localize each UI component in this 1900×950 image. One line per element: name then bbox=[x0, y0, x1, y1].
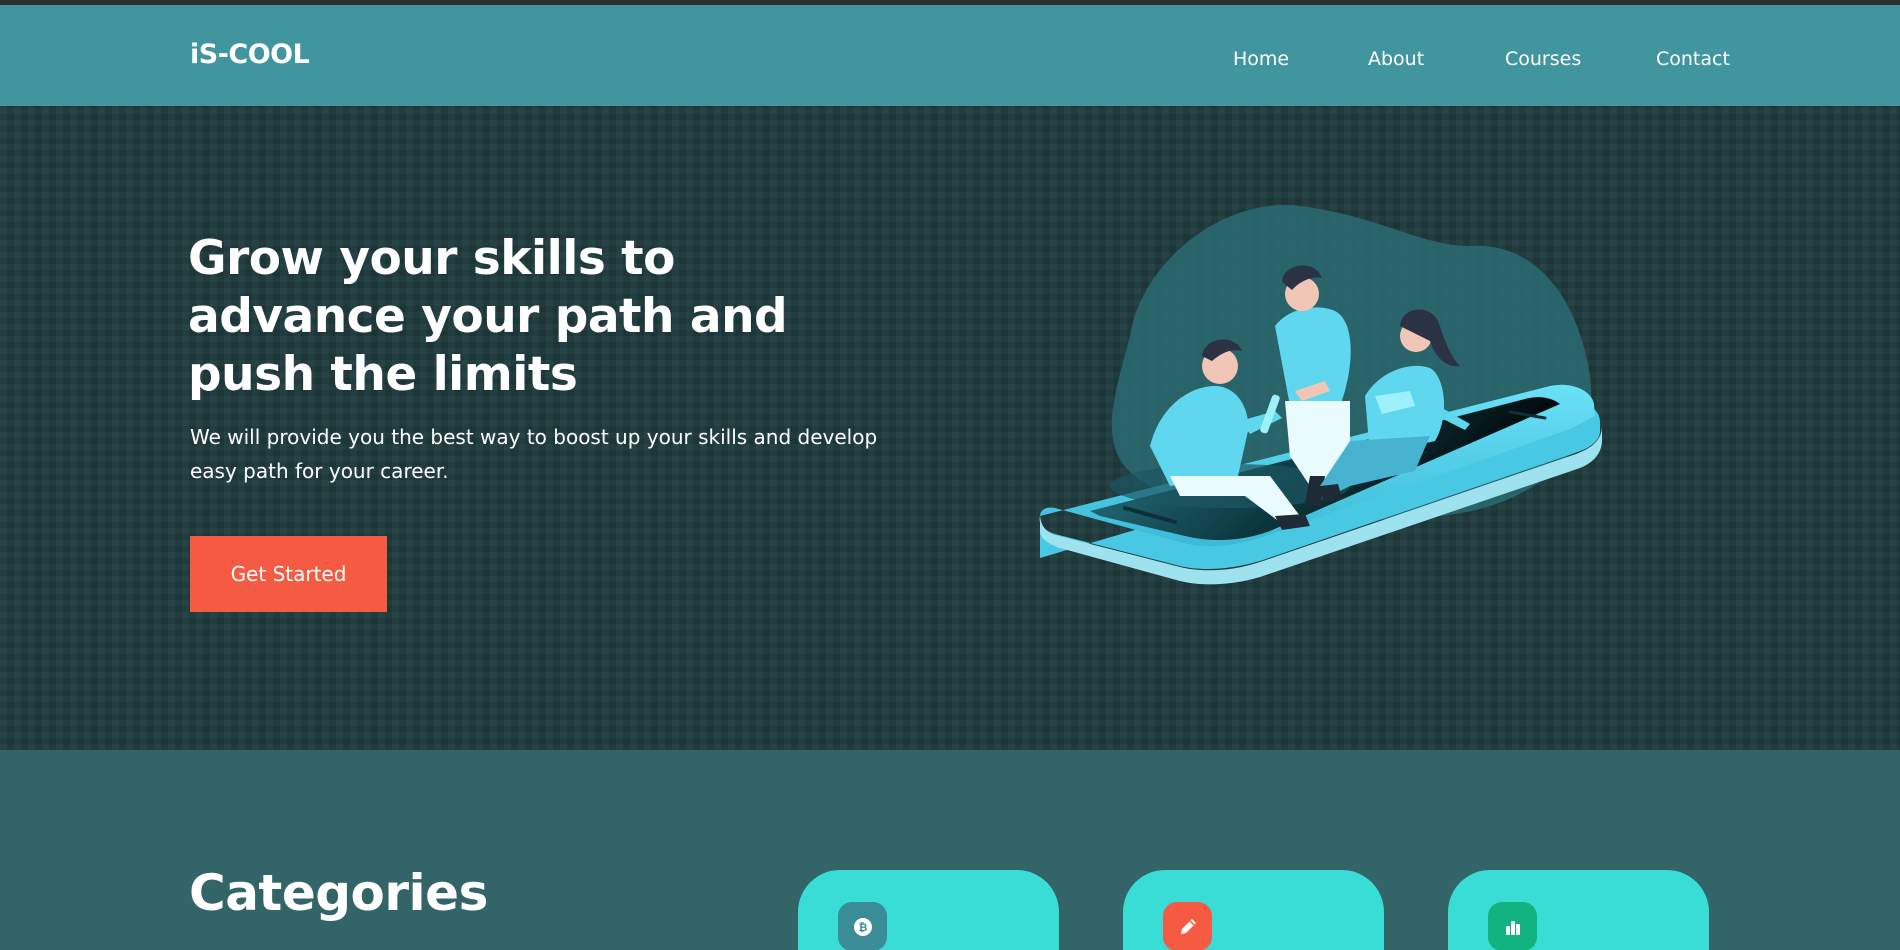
hero-title: Grow your skills to advance your path an… bbox=[188, 231, 788, 402]
categories-title: Categories bbox=[189, 864, 488, 922]
category-card-2[interactable] bbox=[1123, 870, 1384, 950]
get-started-button[interactable]: Get Started bbox=[190, 536, 387, 612]
category-card-1[interactable]: ₿ bbox=[798, 870, 1059, 950]
nav-link-about[interactable]: About bbox=[1368, 48, 1424, 70]
nav-link-courses[interactable]: Courses bbox=[1505, 48, 1581, 70]
bar-chart-icon bbox=[1488, 902, 1537, 950]
pencil-icon bbox=[1163, 902, 1212, 950]
nav-link-contact[interactable]: Contact bbox=[1656, 48, 1730, 70]
brand-logo[interactable]: iS-COOL bbox=[190, 39, 310, 70]
categories-section: Categories ₿ bbox=[0, 750, 1900, 950]
svg-text:₿: ₿ bbox=[858, 921, 867, 934]
category-card-3[interactable] bbox=[1448, 870, 1709, 950]
people-on-phone-illustration bbox=[1039, 205, 1602, 585]
bitcoin-icon: ₿ bbox=[838, 902, 887, 950]
nav-link-home[interactable]: Home bbox=[1233, 48, 1289, 70]
hero-subtitle: We will provide you the best way to boos… bbox=[190, 425, 878, 483]
navbar: iS-COOL Home About Courses Contact bbox=[0, 5, 1900, 106]
hero-section: Grow your skills to advance your path an… bbox=[0, 106, 1900, 750]
